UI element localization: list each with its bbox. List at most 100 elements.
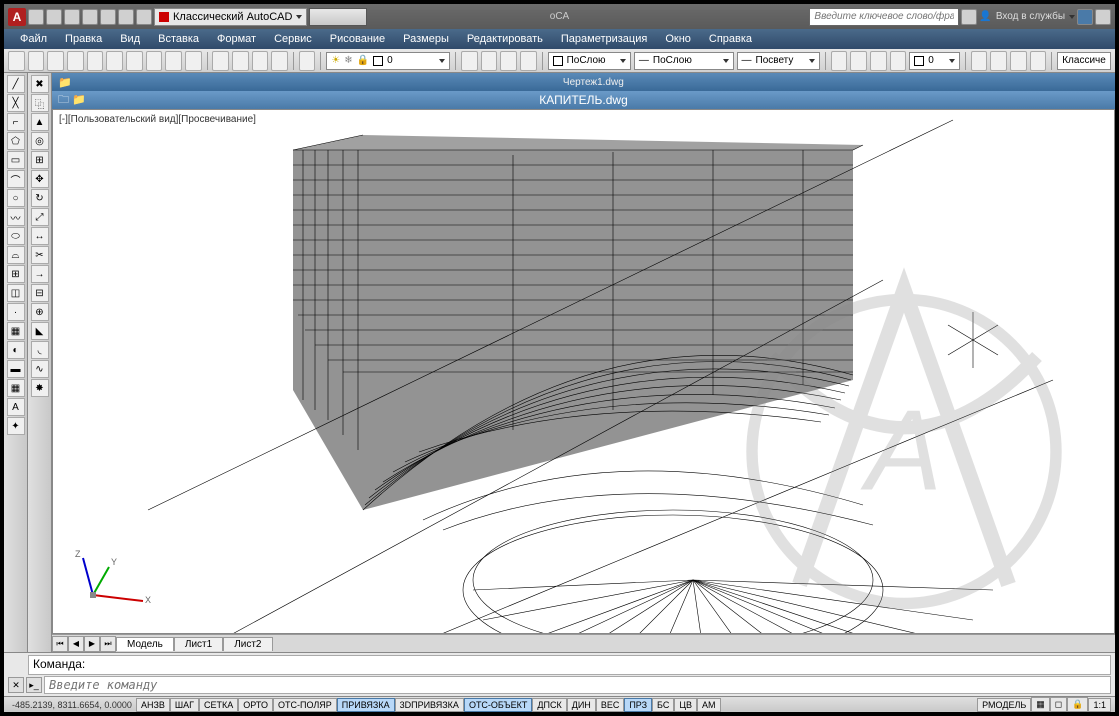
- menu-format[interactable]: Формат: [209, 31, 264, 47]
- linetype-combo[interactable]: —ПоСлою: [634, 52, 734, 70]
- status-toggle-прз[interactable]: ПРЗ: [624, 698, 652, 712]
- status-toggle-отс-объект[interactable]: ОТС-ОБЪЕКТ: [464, 698, 532, 712]
- insert-icon[interactable]: ⊞: [7, 265, 25, 283]
- lay-tool3-icon[interactable]: [500, 51, 517, 71]
- refresh-icon[interactable]: [299, 51, 316, 71]
- saveas-icon[interactable]: [82, 9, 98, 25]
- menu-modify[interactable]: Редактировать: [459, 31, 551, 47]
- sheet-prev-icon[interactable]: ◀: [68, 636, 84, 652]
- spline-icon[interactable]: 〰: [7, 208, 25, 226]
- layer-combo[interactable]: ☀❄🔒 0: [326, 52, 450, 70]
- table-icon[interactable]: ▦: [7, 379, 25, 397]
- status-toggle-отс-поляр[interactable]: ОТС-ПОЛЯР: [273, 698, 337, 712]
- layer-btn4-icon[interactable]: [87, 51, 104, 71]
- status-toggle-3dпривязка[interactable]: 3DПРИВЯЗКА: [395, 698, 464, 712]
- pline-icon[interactable]: ⌐: [7, 113, 25, 131]
- lay-tool-icon[interactable]: [461, 51, 478, 71]
- erase-icon[interactable]: ✖: [31, 75, 49, 93]
- menu-param[interactable]: Параметризация: [553, 31, 655, 47]
- chamfer-icon[interactable]: ◣: [31, 322, 49, 340]
- doc-tab-1[interactable]: 📁 Чертеж1.dwg: [52, 73, 1115, 91]
- open-icon[interactable]: [46, 9, 62, 25]
- menu-dim[interactable]: Размеры: [395, 31, 457, 47]
- arc-icon[interactable]: ⌒: [7, 170, 25, 188]
- color-combo[interactable]: ПоСлою: [548, 52, 631, 70]
- lineweight-combo[interactable]: —Посвету: [737, 52, 820, 70]
- tab-sheet2[interactable]: Лист2: [223, 637, 272, 651]
- menu-insert[interactable]: Вставка: [150, 31, 207, 47]
- workspace-dropdown[interactable]: Классический AutoCAD: [154, 8, 307, 26]
- status-toggle-сетка[interactable]: СЕТКА: [199, 698, 238, 712]
- trim-icon[interactable]: ✂: [31, 246, 49, 264]
- menu-window[interactable]: Окно: [657, 31, 699, 47]
- text-icon[interactable]: A: [7, 398, 25, 416]
- move-icon[interactable]: ✥: [31, 170, 49, 188]
- layer-btn8-icon[interactable]: [165, 51, 182, 71]
- array-icon[interactable]: ⊞: [31, 151, 49, 169]
- lock-icon[interactable]: 🔒: [1067, 697, 1088, 712]
- menu-tools[interactable]: Сервис: [266, 31, 320, 47]
- block-icon[interactable]: ◫: [7, 284, 25, 302]
- break-icon[interactable]: ⊟: [31, 284, 49, 302]
- command-input[interactable]: [44, 676, 1111, 694]
- model-viewport[interactable]: [-][Пользовательский вид][Просвечивание]: [52, 109, 1115, 634]
- search-icon[interactable]: [961, 9, 977, 25]
- stretch-icon[interactable]: ↔: [31, 227, 49, 245]
- layer-btn7-icon[interactable]: [146, 51, 163, 71]
- line-icon[interactable]: ╱: [7, 75, 25, 93]
- status-toggle-ам[interactable]: АМ: [697, 698, 721, 712]
- status-toggle-анзв[interactable]: АНЗВ: [136, 698, 170, 712]
- misc2-icon[interactable]: [232, 51, 249, 71]
- region-icon[interactable]: ▬: [7, 360, 25, 378]
- ellipse-icon[interactable]: ⬭: [7, 227, 25, 245]
- addtl-icon[interactable]: ✦: [7, 417, 25, 435]
- right-tool2-icon[interactable]: [990, 51, 1007, 71]
- doc-tab-2[interactable]: 🗀 📁 КАПИТЕЛЬ.dwg: [52, 91, 1115, 109]
- sheet-last-icon[interactable]: ⏭: [100, 636, 116, 652]
- exchange-icon[interactable]: [1077, 9, 1093, 25]
- sheet-first-icon[interactable]: ⏮: [52, 636, 68, 652]
- layer-mgr-icon[interactable]: [8, 51, 25, 71]
- copy-icon[interactable]: ⿻: [31, 94, 49, 112]
- bulb4-icon[interactable]: [890, 51, 907, 71]
- rotate-icon[interactable]: ↻: [31, 189, 49, 207]
- polygon-icon[interactable]: ⬠: [7, 132, 25, 150]
- model-space-button[interactable]: РМОДЕЛЬ: [977, 698, 1031, 712]
- status-grid-icon[interactable]: ▦: [1031, 697, 1050, 712]
- menu-edit[interactable]: Правка: [57, 31, 110, 47]
- layer0-combo[interactable]: 0: [909, 52, 960, 70]
- status-toggle-шаг[interactable]: ШАГ: [170, 698, 199, 712]
- explode-icon[interactable]: ✸: [31, 379, 49, 397]
- print-icon[interactable]: [100, 9, 116, 25]
- tab-sheet1[interactable]: Лист1: [174, 637, 223, 651]
- join-icon[interactable]: ⊕: [31, 303, 49, 321]
- status-toggle-орто[interactable]: ОРТО: [238, 698, 273, 712]
- save-icon[interactable]: [64, 9, 80, 25]
- status-toggle-цв[interactable]: ЦВ: [674, 698, 697, 712]
- scale-button[interactable]: 1:1: [1088, 698, 1111, 712]
- fillet-icon[interactable]: ◟: [31, 341, 49, 359]
- right-tool3-icon[interactable]: [1010, 51, 1027, 71]
- offset-icon[interactable]: ◎: [31, 132, 49, 150]
- blend-icon[interactable]: ∿: [31, 360, 49, 378]
- status-toggle-вес[interactable]: ВЕС: [596, 698, 625, 712]
- layer-btn-icon[interactable]: [28, 51, 45, 71]
- new-icon[interactable]: [28, 9, 44, 25]
- help-icon[interactable]: [1095, 9, 1111, 25]
- misc4-icon[interactable]: [271, 51, 288, 71]
- login-button[interactable]: 👤 Вход в службы: [979, 11, 1075, 22]
- hatch-icon[interactable]: ▦: [7, 322, 25, 340]
- right-tool-icon[interactable]: [971, 51, 988, 71]
- style-combo[interactable]: Классиче: [1057, 52, 1111, 70]
- layer-btn9-icon[interactable]: [185, 51, 202, 71]
- menu-file[interactable]: Файл: [12, 31, 55, 47]
- status-toggle-привязка[interactable]: ПРИВЯЗКА: [337, 698, 395, 712]
- point-icon[interactable]: ·: [7, 303, 25, 321]
- ellipse-arc-icon[interactable]: ⌓: [7, 246, 25, 264]
- redo-icon[interactable]: [136, 9, 152, 25]
- misc-icon[interactable]: [212, 51, 229, 71]
- menu-draw[interactable]: Рисование: [322, 31, 393, 47]
- misc3-icon[interactable]: [252, 51, 269, 71]
- rect-icon[interactable]: ▭: [7, 151, 25, 169]
- cmd-close-icon[interactable]: ✕: [8, 677, 24, 693]
